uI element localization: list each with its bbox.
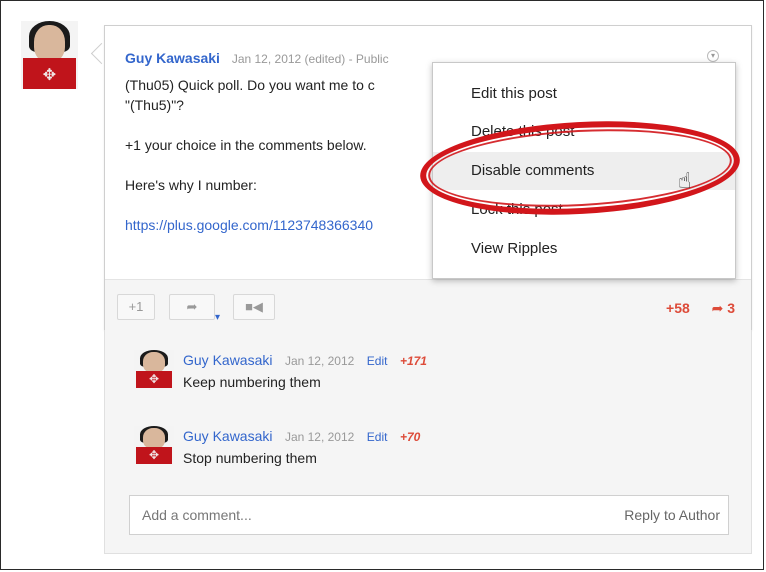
comment-text: Keep numbering them [183,374,321,390]
commenter-avatar[interactable]: ✥ [134,426,174,464]
menu-item-delete-post[interactable]: Delete this post [433,113,735,151]
comment-plus-count[interactable]: +171 [400,354,427,368]
comment-date[interactable]: Jan 12, 2012 [285,354,354,368]
comment-plus-count[interactable]: +70 [400,430,420,444]
menu-item-view-ripples[interactable]: View Ripples [433,230,735,268]
comment-placeholder: Add a comment... [142,507,252,523]
comment-date[interactable]: Jan 12, 2012 [285,430,354,444]
share-arrow-icon: ➦ [711,300,724,316]
menu-item-lock-post[interactable]: Lock this post [433,191,735,229]
plus-one-button[interactable]: +1 [117,294,155,320]
post-toolbar: +1 ➦ ▾ ■◀ +58 ➦ 3 [105,279,751,330]
comments-section: ✥ Guy Kawasaki Jan 12, 2012 Edit +171 Ke… [104,330,752,554]
post-link[interactable]: https://plus.google.com/1123748366340 [125,217,373,233]
post-meta[interactable]: Jan 12, 2012 (edited) - Public [232,52,389,66]
hand-pointer-icon: ☝ [678,168,692,193]
plus-count: +58 [666,300,690,316]
comment-item: Guy Kawasaki Jan 12, 2012 Edit +171 Keep… [183,352,427,390]
share-arrow-icon: ➦ [186,299,198,314]
share-dropdown-icon[interactable]: ▾ [215,312,220,323]
post-author-link[interactable]: Guy Kawasaki [125,50,220,66]
commenter-avatar[interactable]: ✥ [134,350,174,388]
reply-to-author-label[interactable]: Reply to Author [624,496,720,534]
menu-item-edit-post[interactable]: Edit this post [433,75,735,113]
hangout-button[interactable]: ■◀ [233,294,275,320]
post-counts[interactable]: +58 ➦ 3 [666,300,735,317]
comment-text: Stop numbering them [183,450,317,466]
comment-author[interactable]: Guy Kawasaki [183,352,272,368]
comment-author[interactable]: Guy Kawasaki [183,428,272,444]
chevron-down-icon[interactable]: ▾ [707,50,719,62]
share-count: 3 [727,300,735,316]
comment-edit-link[interactable]: Edit [367,430,388,444]
comment-edit-link[interactable]: Edit [367,354,388,368]
add-comment-input[interactable]: Add a comment... Reply to Author [129,495,729,535]
share-button[interactable]: ➦ [169,294,215,320]
author-avatar[interactable]: ✥ [21,21,78,89]
comment-item: Guy Kawasaki Jan 12, 2012 Edit +70 Stop … [183,428,420,466]
video-camera-icon: ■◀ [245,299,263,314]
post-header: Guy Kawasaki Jan 12, 2012 (edited) - Pub… [125,50,389,66]
